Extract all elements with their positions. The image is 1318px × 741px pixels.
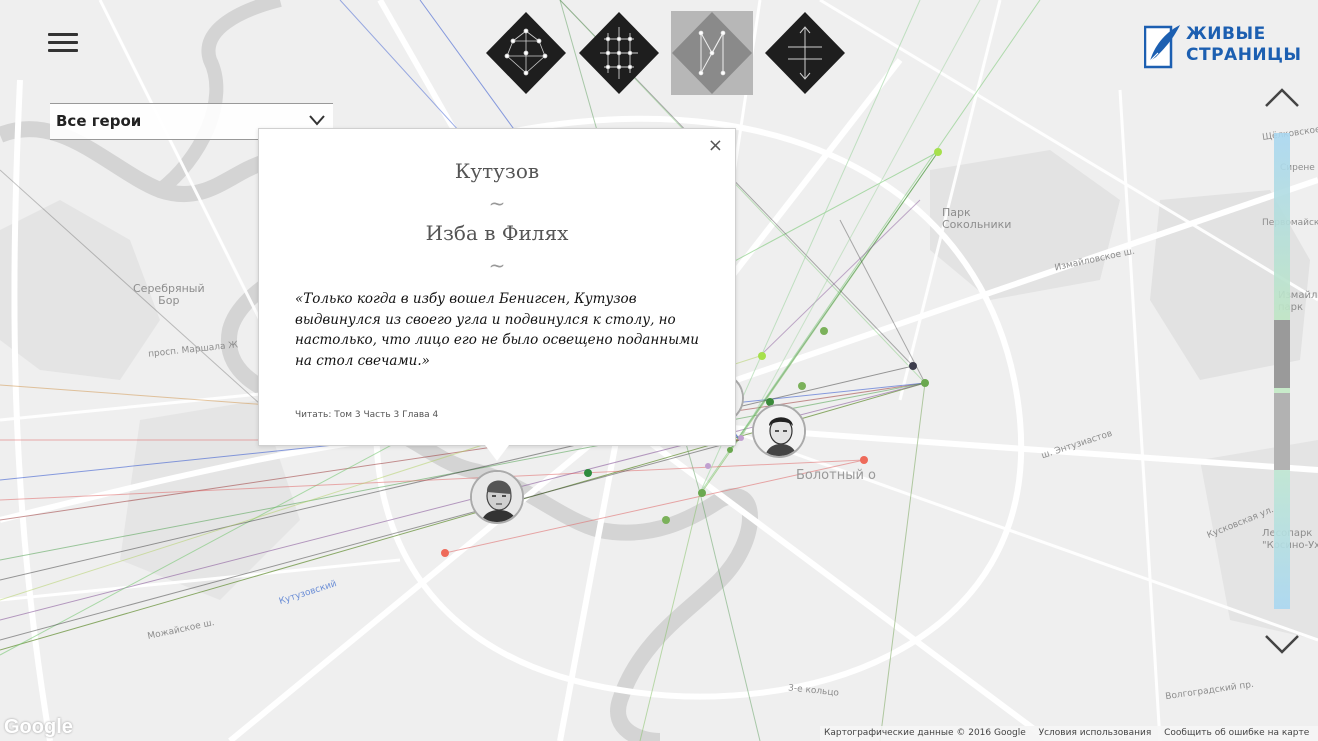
popup-divider: ~ [488,253,506,277]
hamburger-icon [48,33,78,36]
google-logo: Google [4,716,73,738]
map-label-bolotny: Болотный о [796,468,877,483]
grid-diamond-icon [579,12,659,94]
hero-filter-value: Все герои [56,112,142,130]
hero-portrait-marker[interactable] [752,404,806,458]
chevron-down-icon [309,115,325,126]
report-error-link[interactable]: Сообщить об ошибке на карте [1164,728,1309,738]
logo-line-2: СТРАНИЦЫ [1186,45,1302,65]
hamburger-menu-button[interactable] [48,33,78,55]
timeline-range-marker[interactable] [1274,320,1290,388]
map-label-kosino: Лесопарк "Косино-Ух [1262,528,1318,551]
constellation-diamond-icon [486,12,566,94]
zhivye-stranitsy-logo[interactable]: ЖИВЫЕ СТРАНИЦЫ [1144,23,1304,71]
arrows-mode-button[interactable] [764,11,846,95]
timeline-range-marker[interactable] [1274,393,1290,470]
map-label-serebryany-bor: Серебряный Бор [133,282,205,307]
grid-mode-button[interactable] [578,11,660,95]
map-mode-button[interactable] [671,11,753,95]
map-data-attribution: Картографические данные © 2016 Google [824,728,1026,738]
map-attribution-bar: Картографические данные © 2016 Google Ус… [820,726,1318,741]
m-letter-diamond-icon [672,12,752,94]
logo-line-1: ЖИВЫЕ [1186,24,1266,44]
map-label-pervomaiskaya: Первомайская [1262,218,1318,228]
kutuzov-portrait-marker[interactable] [470,470,524,524]
popup-divider: ~ [488,191,506,215]
popup-place-name: Изба в Филях [425,221,569,245]
chevron-up-icon[interactable] [1264,86,1300,110]
quote-popup: × Кутузов ~ Изба в Филях ~ «Только когда… [258,128,736,461]
terms-link[interactable]: Условия использования [1039,728,1152,738]
arrows-diamond-icon [765,12,845,94]
quill-logo-icon [1144,25,1180,69]
map-label-park-sokolniki: Парк Сокольники [942,206,1012,231]
popup-quote: «Только когда в избу вошел Бенигсен, Кут… [295,291,699,369]
chevron-down-icon[interactable] [1264,632,1300,656]
close-icon[interactable]: × [708,135,723,156]
popup-pointer [485,445,509,461]
read-chapter-link[interactable]: Читать: Том 3 Часть 3 Глава 4 [295,410,438,420]
popup-hero-name: Кутузов [454,159,540,183]
constellation-mode-button[interactable] [485,11,567,95]
